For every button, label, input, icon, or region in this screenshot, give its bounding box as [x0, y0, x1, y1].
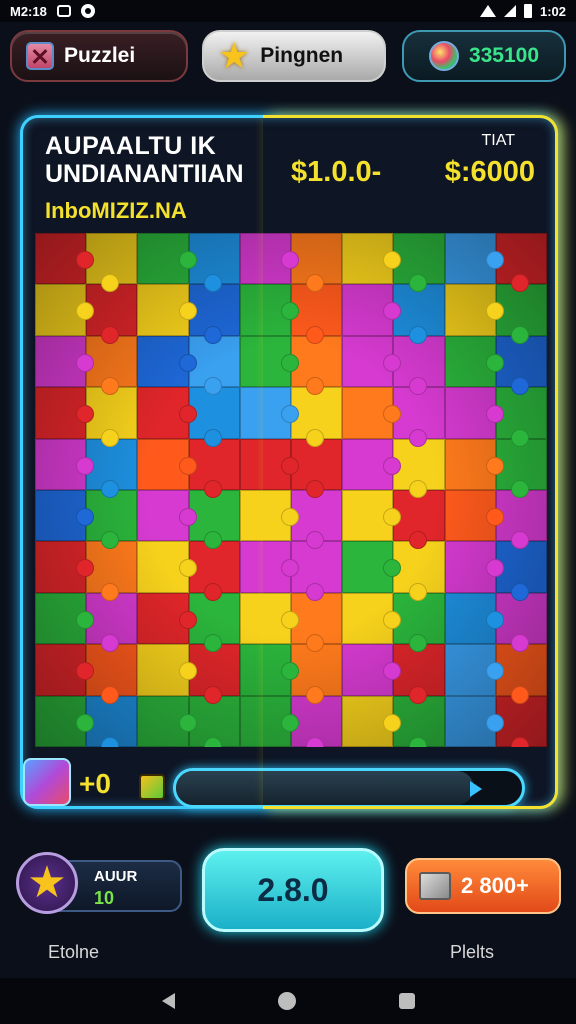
pictures-button[interactable]: 2 800+ [405, 858, 561, 914]
score-value: 10 [94, 888, 115, 908]
bottom-left-label: Etolne [48, 942, 100, 962]
puzzle-piece[interactable] [35, 490, 95, 542]
puzzle-piece[interactable] [137, 541, 197, 593]
puzzle-piece[interactable] [342, 490, 402, 542]
globe-icon [428, 41, 459, 71]
puzzle-piece[interactable] [137, 644, 197, 696]
puzzle-piece[interactable] [239, 541, 300, 593]
puzzle-piece[interactable] [35, 644, 95, 696]
puzzle-piece[interactable] [444, 490, 505, 542]
puzzle-piece[interactable] [137, 233, 197, 285]
puzzle-piece[interactable] [239, 335, 300, 388]
puzzle-piece[interactable] [239, 592, 300, 645]
puzzle-piece[interactable] [444, 284, 505, 336]
close-puzzle-icon [26, 42, 54, 70]
puzzle-piece[interactable] [239, 438, 300, 490]
puzzle-piece[interactable] [393, 284, 445, 345]
coins-value: 335100 [468, 44, 540, 67]
tiat-label: TIAT [481, 132, 515, 149]
bag-icon[interactable] [23, 758, 71, 806]
wifi-icon [479, 5, 496, 17]
puzzle-piece[interactable] [35, 387, 95, 439]
status-time: M2:18 [10, 3, 47, 19]
status-clock: 1:02 [539, 3, 566, 19]
puzzle-piece[interactable] [342, 233, 402, 285]
star-badge[interactable]: ★ [16, 852, 78, 914]
puzzle-piece[interactable] [342, 592, 402, 645]
puzzle-piece[interactable] [342, 541, 402, 593]
puzzle-piece[interactable] [239, 387, 300, 439]
home-icon[interactable] [277, 992, 296, 1010]
puzzle-piece[interactable] [137, 490, 197, 542]
navigation-bar [0, 978, 576, 1024]
battery-icon [523, 4, 532, 18]
puzzle-piece[interactable] [239, 284, 300, 336]
puzzle-piece[interactable] [342, 387, 402, 439]
puzzle-piece[interactable] [239, 644, 300, 696]
puzzle-piece[interactable] [444, 644, 505, 696]
puzzle-piece[interactable] [342, 284, 402, 336]
puzzle-piece[interactable] [393, 541, 445, 602]
puzzle-piece[interactable] [444, 387, 505, 439]
puzzle-piece[interactable] [444, 233, 505, 285]
puzzle-piece[interactable] [137, 695, 197, 747]
recents-icon[interactable] [398, 993, 415, 1009]
puzzle-board: AUPAALTU IK UNDIANANTIIAN InboMIZIZ.NA T… [20, 115, 558, 809]
puzzle-piece[interactable] [342, 695, 402, 747]
puzzle-grid[interactable] [35, 233, 547, 747]
puzzle-piece[interactable] [35, 695, 95, 747]
coins-counter[interactable]: 335100 [402, 30, 566, 82]
progress-fill [176, 771, 474, 805]
app-icon [80, 4, 95, 18]
puzzle-piece[interactable] [137, 438, 197, 490]
puzzle-piece[interactable] [342, 335, 402, 388]
puzzle-piece[interactable] [35, 284, 95, 336]
puzzle-button[interactable]: Puzzlei [10, 30, 188, 82]
puzzle-piece[interactable] [393, 233, 445, 293]
puzzle-piece[interactable] [444, 695, 505, 747]
puzzle-piece[interactable] [35, 592, 95, 645]
puzzle-piece[interactable] [444, 438, 505, 490]
pingnen-label: Pingnen [260, 44, 344, 67]
puzzle-piece[interactable] [444, 592, 505, 645]
signal-icon [503, 5, 516, 17]
puzzle-piece[interactable] [35, 438, 95, 490]
board-title-line1: AUPAALTU IK [45, 132, 217, 160]
puzzle-label: Puzzlei [64, 44, 136, 67]
progress-bar [173, 768, 525, 808]
puzzle-piece[interactable] [137, 335, 197, 388]
puzzle-piece[interactable] [239, 233, 300, 285]
notification-icon [56, 5, 71, 17]
top-bar: Puzzlei ★ Pingnen 335100 [0, 28, 576, 86]
bottom-right-label: Plelts [450, 942, 495, 962]
puzzle-piece[interactable] [342, 644, 402, 696]
puzzle-piece[interactable] [35, 335, 95, 388]
main-action-button[interactable]: 2.8.0 [202, 848, 384, 932]
picture-frame-icon [419, 872, 451, 900]
progress-plus: +0 [79, 768, 111, 799]
star-icon: ★ [218, 35, 251, 76]
puzzle-piece[interactable] [35, 233, 95, 285]
score-label: AUUR [94, 868, 138, 885]
puzzle-piece[interactable] [239, 695, 300, 747]
puzzle-piece[interactable] [137, 284, 197, 336]
puzzle-piece[interactable] [35, 541, 95, 593]
puzzle-piece[interactable] [444, 541, 505, 593]
pictures-button-label: 2 800+ [461, 873, 529, 898]
pingnen-button[interactable]: ★ Pingnen [202, 30, 386, 82]
puzzle-piece[interactable] [137, 387, 197, 439]
board-subtitle: InboMIZIZ.NA [45, 198, 187, 223]
status-bar: M2:18 1:02 [0, 0, 576, 22]
puzzle-piece[interactable] [342, 438, 402, 490]
cube-icon [139, 774, 165, 800]
board-value-1: $1.0.0- [291, 156, 382, 188]
back-icon[interactable] [161, 993, 175, 1009]
puzzle-piece[interactable] [239, 490, 300, 542]
puzzle-piece[interactable] [137, 592, 197, 645]
puzzle-piece[interactable] [444, 335, 505, 388]
star-badge-icon: ★ [27, 858, 67, 907]
board-title-line2: UNDIANANTIIAN [45, 160, 244, 188]
play-icon[interactable] [470, 781, 482, 797]
board-value-2: $:6000 [444, 156, 535, 188]
